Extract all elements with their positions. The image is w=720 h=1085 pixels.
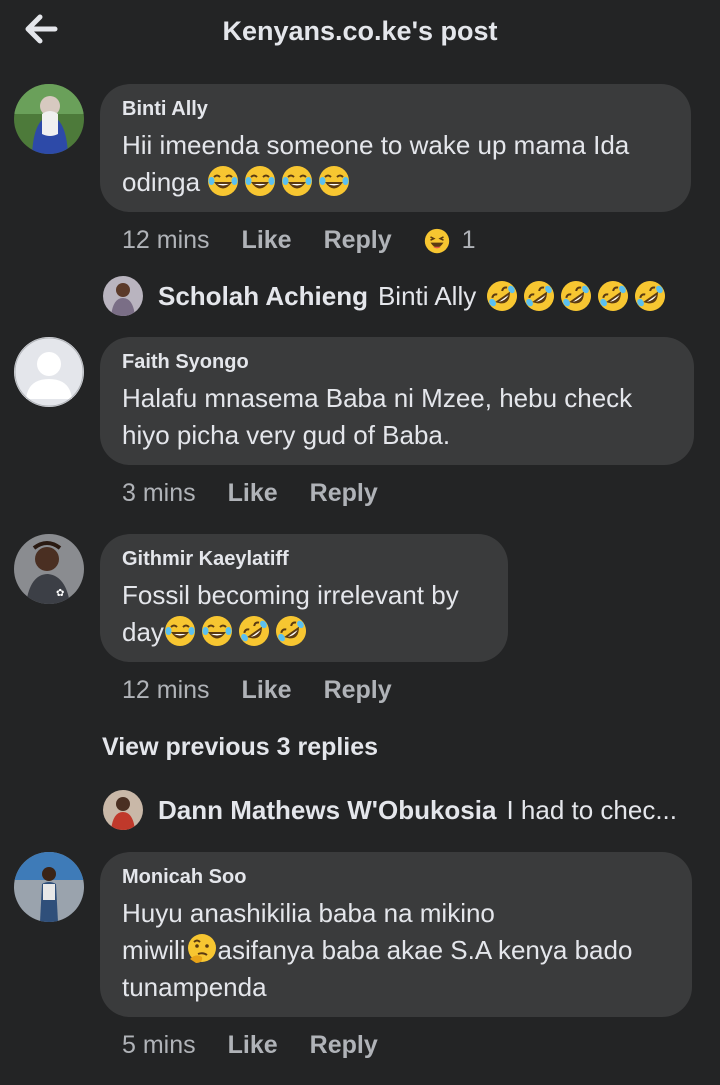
comment-text: Halafu mnasema Baba ni Mzee, hebu check …	[122, 383, 633, 450]
face-with-tears-of-joy-icon	[244, 165, 276, 197]
reply-text: I had to chec...	[506, 795, 678, 825]
avatar[interactable]	[14, 84, 84, 154]
like-button[interactable]: Like	[242, 676, 292, 705]
avatar[interactable]	[103, 276, 143, 316]
avatar[interactable]	[103, 790, 143, 830]
avatar[interactable]: ✿	[14, 534, 84, 604]
rolling-on-floor-laughing-icon	[238, 615, 270, 647]
page-title: Kenyans.co.ke's post	[222, 16, 498, 46]
comment-author[interactable]: Monicah Soo	[122, 866, 670, 889]
rolling-on-floor-laughing-icon	[634, 280, 666, 312]
comment-bubble: Githmir Kaeylatiff Fossil becoming irrel…	[100, 534, 508, 662]
rolling-on-floor-laughing-icon	[523, 280, 555, 312]
rolling-on-floor-laughing-icon	[275, 615, 307, 647]
reply-button[interactable]: Reply	[324, 226, 392, 255]
like-button[interactable]: Like	[228, 1031, 278, 1060]
reply-button[interactable]: Reply	[324, 676, 392, 705]
comment-time: 12 mins	[122, 676, 210, 704]
header-bar: Kenyans.co.ke's post	[0, 0, 720, 66]
comment-text: Hii imeenda someone to wake up mama Ida …	[122, 130, 630, 197]
reaction-count[interactable]: 1	[462, 226, 476, 255]
face-with-tears-of-joy-icon	[164, 615, 196, 647]
comment-bubble: Monicah Soo Huyu anashikilia baba na mik…	[100, 852, 692, 1017]
comment-time: 5 mins	[122, 1031, 196, 1059]
comment-actions: 12 mins Like Reply 1	[122, 226, 476, 255]
comment-time: 12 mins	[122, 226, 210, 254]
like-button[interactable]: Like	[228, 479, 278, 508]
reply-author[interactable]: Scholah Achieng	[158, 281, 368, 312]
face-with-tears-of-joy-icon	[281, 165, 313, 197]
reply-button[interactable]: Reply	[310, 1031, 378, 1060]
comment-actions: 12 mins Like Reply	[122, 676, 424, 705]
comment-actions: 5 mins Like Reply	[122, 1031, 410, 1060]
comment-actions: 3 mins Like Reply	[122, 479, 410, 508]
rolling-on-floor-laughing-icon	[560, 280, 592, 312]
view-previous-replies-link[interactable]: View previous 3 replies	[102, 733, 378, 762]
comment-bubble: Faith Syongo Halafu mnasema Baba ni Mzee…	[100, 337, 694, 465]
reply-author[interactable]: Dann Mathews W'Obukosia	[158, 795, 496, 826]
comment-author[interactable]: Binti Ally	[122, 98, 669, 121]
comment-time: 3 mins	[122, 479, 196, 507]
face-with-tears-of-joy-icon	[201, 615, 233, 647]
haha-reaction-icon[interactable]	[424, 228, 450, 254]
like-button[interactable]: Like	[242, 226, 292, 255]
comment-bubble: Binti Ally Hii imeenda someone to wake u…	[100, 84, 691, 212]
reply-button[interactable]: Reply	[310, 479, 378, 508]
comment-text: Fossil becoming irrelevant by day	[122, 577, 486, 651]
comment-author[interactable]: Faith Syongo	[122, 351, 672, 374]
reply-preview[interactable]: Dann Mathews W'Obukosia I had to chec...	[158, 795, 677, 826]
face-with-tears-of-joy-icon	[318, 165, 350, 197]
comment-text: Huyu anashikilia baba na mikino miwili as…	[122, 898, 633, 1002]
rolling-on-floor-laughing-icon	[597, 280, 629, 312]
thinking-face-icon	[186, 933, 218, 965]
reply-preview[interactable]: Scholah Achieng Binti Ally	[158, 280, 671, 312]
svg-text:✿: ✿	[56, 588, 64, 599]
default-avatar-icon[interactable]	[14, 337, 84, 407]
face-with-tears-of-joy-icon	[207, 165, 239, 197]
avatar[interactable]	[14, 852, 84, 922]
rolling-on-floor-laughing-icon	[486, 280, 518, 312]
reply-text: Binti Ally	[377, 280, 477, 311]
comment-author[interactable]: Githmir Kaeylatiff	[122, 548, 486, 571]
